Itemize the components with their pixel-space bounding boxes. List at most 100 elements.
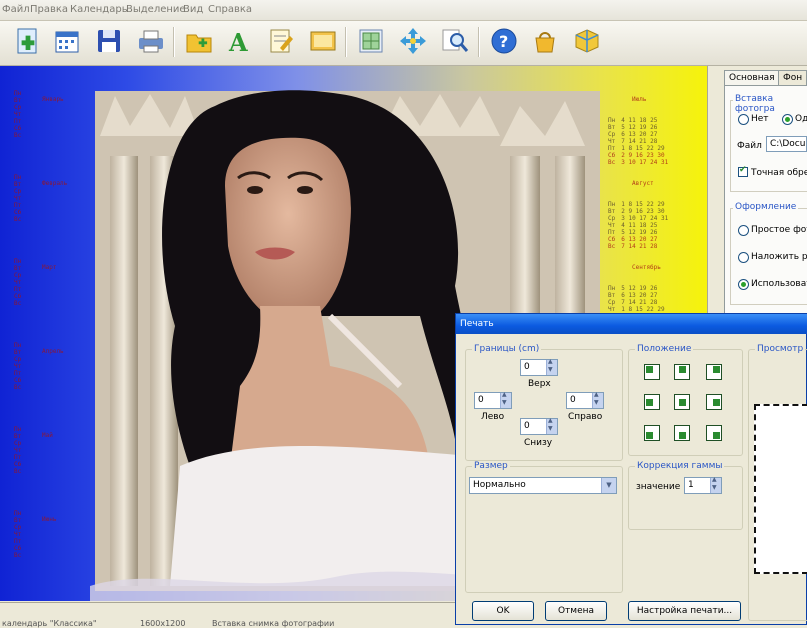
position-middle-left-button[interactable] bbox=[644, 394, 660, 410]
align-top-right-icon bbox=[713, 366, 720, 373]
position-bottom-right-button[interactable] bbox=[706, 425, 722, 441]
spin-arrows-icon[interactable] bbox=[546, 417, 557, 434]
top-margin-label: Верх bbox=[528, 379, 551, 389]
image-icon[interactable] bbox=[308, 26, 338, 56]
right-margin-input[interactable]: 0 bbox=[566, 391, 604, 409]
bottom-margin-label: Снизу bbox=[524, 438, 553, 448]
photo-insert-group-title: Вставка фотогра bbox=[733, 94, 807, 114]
radio-one-photo[interactable] bbox=[782, 114, 793, 125]
align-middle-right-icon bbox=[713, 398, 720, 406]
radio-no-photo[interactable] bbox=[738, 114, 749, 125]
size-select-value: Нормально bbox=[473, 480, 526, 490]
print-setup-button[interactable]: Настройка печати... bbox=[628, 601, 741, 621]
toolbar-separator bbox=[173, 27, 175, 57]
svg-text:?: ? bbox=[499, 32, 508, 51]
add-photo-icon[interactable] bbox=[12, 26, 42, 56]
top-margin-input[interactable]: 0 bbox=[520, 358, 558, 376]
toolbar: A ? bbox=[0, 21, 807, 66]
position-bottom-center-button[interactable] bbox=[674, 425, 690, 441]
status-bar: календарь "Классика" 1600x1200 Вставка с… bbox=[0, 602, 455, 628]
move-icon[interactable] bbox=[398, 26, 428, 56]
gamma-input[interactable]: 1 bbox=[684, 476, 722, 494]
shop-icon[interactable] bbox=[530, 26, 560, 56]
edit-icon[interactable] bbox=[266, 26, 296, 56]
position-group-title: Положение bbox=[635, 344, 694, 354]
dialog-title[interactable]: Печать bbox=[456, 314, 807, 334]
position-top-center-button[interactable] bbox=[674, 364, 690, 380]
radio-simple-photo[interactable] bbox=[738, 225, 749, 236]
print-icon[interactable] bbox=[136, 26, 166, 56]
cancel-button[interactable]: Отмена bbox=[545, 601, 607, 621]
radio-use-template-label: Использовати bbox=[751, 279, 807, 289]
align-bottom-right-icon bbox=[713, 432, 720, 439]
spin-arrows-icon[interactable] bbox=[546, 358, 557, 375]
print-preview-page bbox=[754, 404, 807, 574]
align-top-center-icon bbox=[678, 366, 686, 373]
position-middle-right-button[interactable] bbox=[706, 394, 722, 410]
spin-arrows-icon[interactable] bbox=[710, 476, 721, 493]
right-margin-value: 0 bbox=[570, 395, 576, 405]
status-resolution: 1600x1200 bbox=[140, 619, 186, 628]
bottom-margin-value: 0 bbox=[524, 421, 530, 431]
file-path-input[interactable]: C:\Docu bbox=[766, 136, 807, 152]
toolbar-separator bbox=[478, 27, 480, 57]
design-group-title: Оформление bbox=[733, 202, 799, 212]
position-bottom-left-button[interactable] bbox=[644, 425, 660, 441]
check-icon: ✔ bbox=[739, 165, 747, 175]
left-margin-value: 0 bbox=[478, 395, 484, 405]
menu-edit[interactable]: Правка bbox=[30, 4, 68, 15]
align-top-left-icon bbox=[646, 366, 653, 373]
ok-button[interactable]: OK bbox=[472, 601, 534, 621]
radio-overlay-frame[interactable] bbox=[738, 252, 749, 263]
text-icon[interactable]: A bbox=[224, 26, 254, 57]
radio-simple-photo-label: Простое фото bbox=[751, 225, 807, 235]
radio-use-template[interactable] bbox=[738, 279, 749, 290]
size-select[interactable]: Нормально ▼ bbox=[469, 477, 617, 494]
menu-selection[interactable]: Выделение bbox=[126, 4, 186, 15]
gamma-value: 1 bbox=[688, 480, 694, 490]
exact-crop-label: Точная обрез bbox=[751, 168, 807, 178]
position-top-right-button[interactable] bbox=[706, 364, 722, 380]
tab-main[interactable]: Основная bbox=[724, 70, 780, 85]
align-center-icon bbox=[678, 398, 686, 406]
align-bottom-center-icon bbox=[678, 432, 686, 439]
file-path-value: C:\Docu bbox=[770, 139, 806, 149]
align-middle-left-icon bbox=[646, 398, 653, 406]
menu-calendar[interactable]: Календарь bbox=[70, 4, 128, 15]
align-bottom-left-icon bbox=[646, 432, 653, 439]
position-center-button[interactable] bbox=[674, 394, 690, 410]
zoom-icon[interactable] bbox=[440, 26, 470, 56]
chevron-down-icon[interactable]: ▼ bbox=[601, 478, 616, 493]
radio-no-photo-label: Нет bbox=[751, 114, 769, 124]
radio-one-photo-label: Од bbox=[795, 114, 807, 124]
left-margin-label: Лево bbox=[481, 412, 505, 422]
status-action: Вставка снимка фотографии bbox=[212, 619, 335, 628]
layout-icon[interactable] bbox=[356, 26, 386, 56]
left-margin-input[interactable]: 0 bbox=[474, 391, 512, 409]
calendar-icon[interactable] bbox=[52, 26, 82, 56]
save-icon[interactable] bbox=[94, 26, 124, 56]
radio-overlay-frame-label: Наложить ра bbox=[751, 252, 807, 262]
svg-text:A: A bbox=[228, 28, 248, 56]
exact-crop-checkbox[interactable]: ✔ bbox=[738, 165, 748, 177]
gamma-label: значение bbox=[636, 482, 681, 492]
bottom-margin-input[interactable]: 0 bbox=[520, 417, 558, 435]
position-top-left-button[interactable] bbox=[644, 364, 660, 380]
margins-group-title: Границы (cm) bbox=[472, 344, 542, 354]
menu-bar: Файл Правка Календарь Выделение Вид Спра… bbox=[0, 0, 807, 21]
menu-file[interactable]: Файл bbox=[2, 4, 30, 15]
tab-background[interactable]: Фон bbox=[778, 70, 807, 85]
spin-arrows-icon[interactable] bbox=[592, 391, 603, 408]
size-group-title: Размер bbox=[472, 461, 510, 471]
print-dialog: Печать Границы (cm) 0 Верх 0 Лево 0 Спра… bbox=[455, 313, 807, 625]
help-icon[interactable]: ? bbox=[489, 26, 519, 56]
spin-arrows-icon[interactable] bbox=[500, 391, 511, 408]
preview-group-title: Просмотр bbox=[755, 344, 806, 354]
box-icon[interactable] bbox=[572, 26, 602, 56]
file-label: Файл bbox=[737, 141, 762, 151]
menu-view[interactable]: Вид bbox=[183, 4, 203, 15]
gamma-group-title: Коррекция гаммы bbox=[635, 461, 725, 471]
menu-help[interactable]: Справка bbox=[208, 4, 252, 15]
open-folder-icon[interactable] bbox=[184, 26, 214, 56]
top-margin-value: 0 bbox=[524, 362, 530, 372]
